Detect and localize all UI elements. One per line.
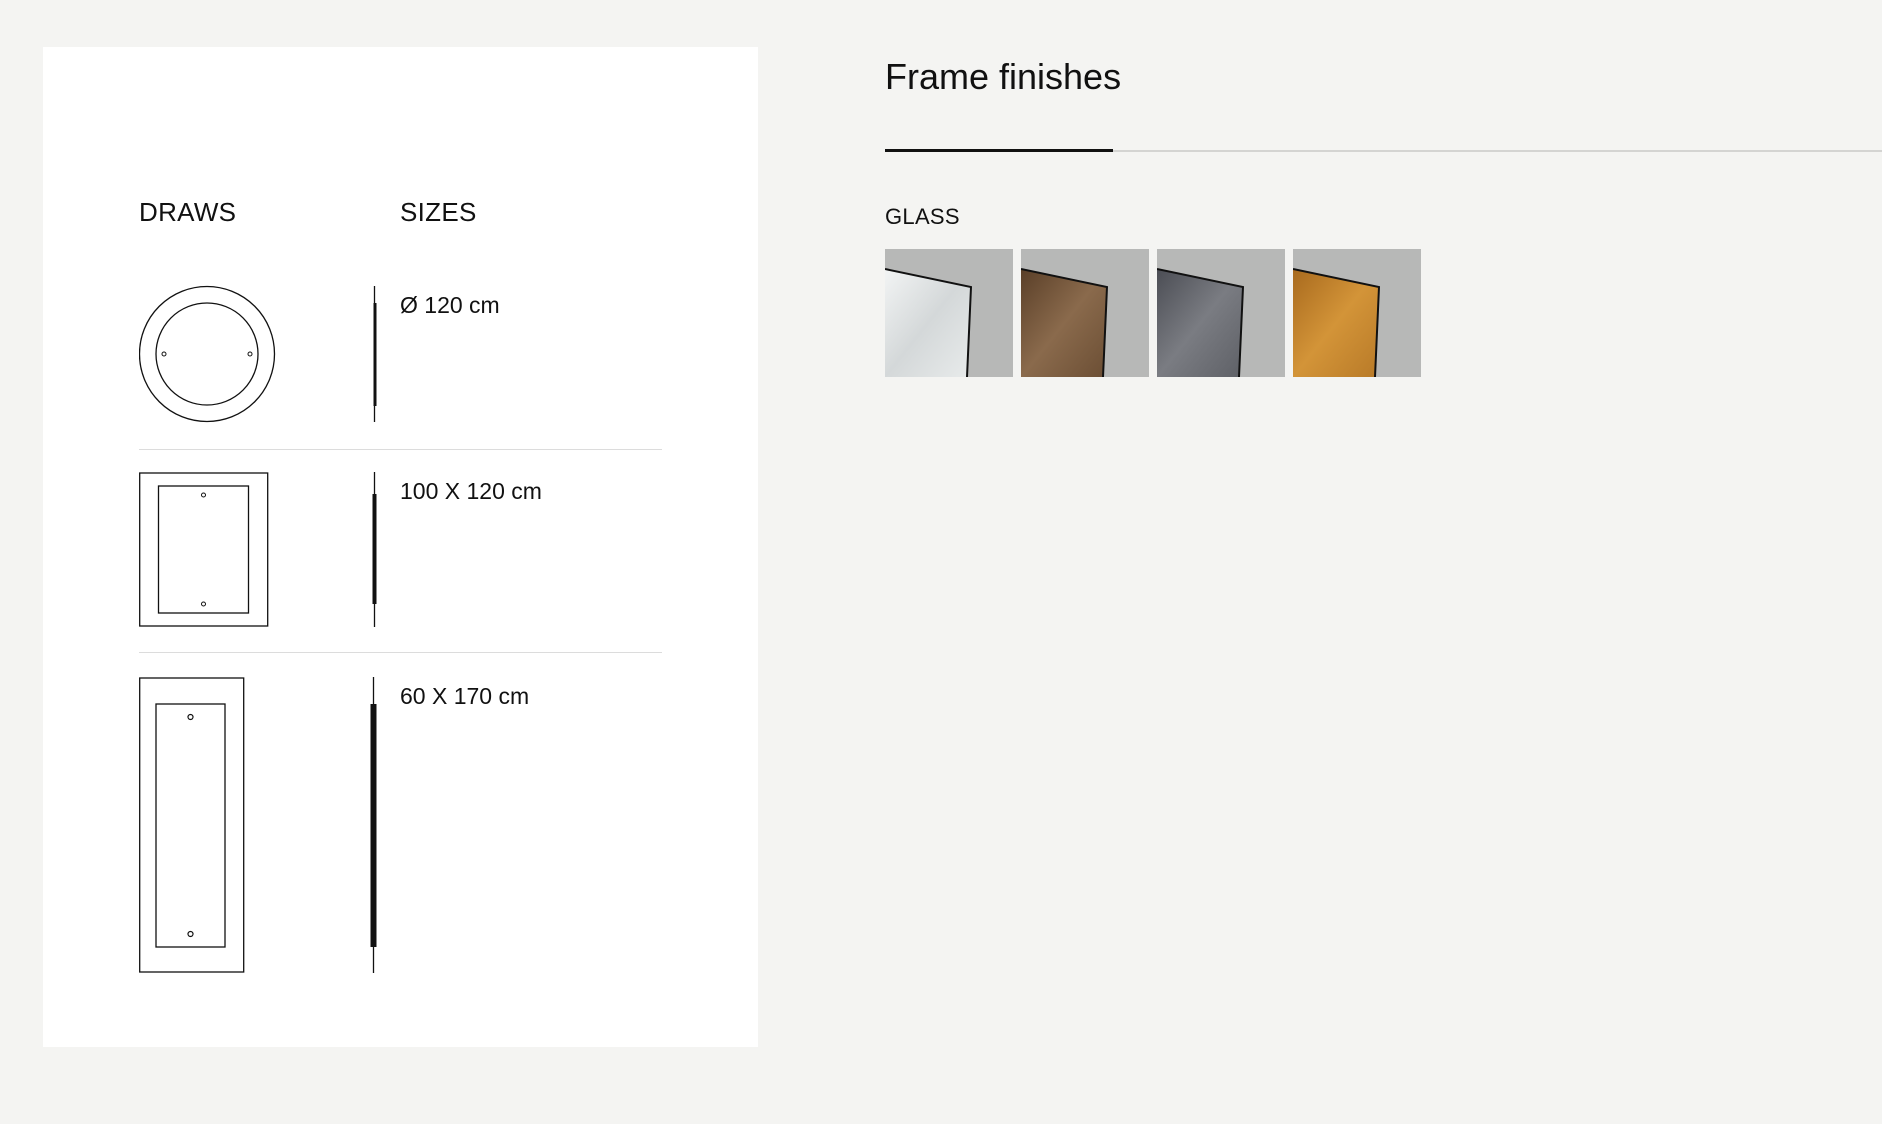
glass-swatch-list [885,249,1421,377]
page: DRAWS SIZES Ø 120 cm 100 X 120 cm 60 X 1… [0,0,1882,1124]
size-label-round: Ø 120 cm [400,292,500,318]
tab-active-indicator [885,149,1113,152]
tall-mirror-icon [139,677,399,982]
swatch-clear-glass[interactable] [885,249,1013,377]
drawings-card: DRAWS SIZES Ø 120 cm 100 X 120 cm 60 X 1… [43,47,758,1047]
size-row-round: Ø 120 cm [138,285,662,450]
sizes-header: SIZES [400,197,477,227]
size-row-tall: 60 X 170 cm [139,677,662,977]
round-mirror-icon [138,285,399,430]
glass-group-label: GLASS [885,204,960,229]
size-row-rectangle: 100 X 120 cm [139,472,662,653]
swatch-grey-glass[interactable] [1157,249,1285,377]
frame-finishes-title: Frame finishes [885,56,1122,97]
size-label-rectangle: 100 X 120 cm [400,478,542,504]
size-label-tall: 60 X 170 cm [400,683,530,709]
draws-header: DRAWS [139,197,237,227]
rectangular-mirror-icon [139,472,399,637]
swatch-bronze-glass[interactable] [1021,249,1149,377]
swatch-gold-glass[interactable] [1293,249,1421,377]
